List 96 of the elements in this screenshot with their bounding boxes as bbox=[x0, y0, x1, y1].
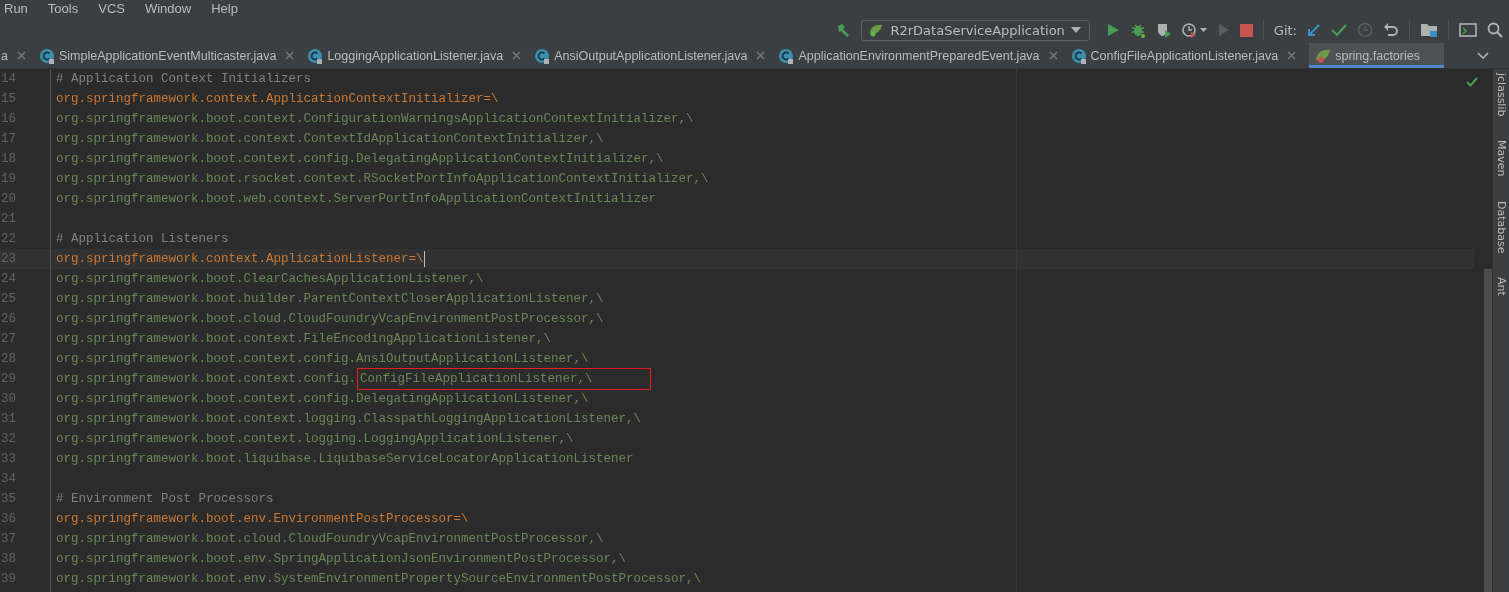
line-number: 36 bbox=[1, 512, 17, 526]
editor-tab[interactable]: LoggingApplicationListener.java bbox=[301, 43, 529, 68]
line-number: 14 bbox=[1, 72, 17, 86]
line-number: 34 bbox=[1, 472, 17, 486]
code-line: org.springframework.boot.env.SpringApplicationJsonEnvironmentPostProcessor,\ bbox=[56, 552, 627, 566]
code-line: org.springframework.boot.ClearCachesApplicationListener,\ bbox=[56, 272, 484, 286]
run-icon[interactable] bbox=[1105, 23, 1120, 37]
line-number: 27 bbox=[1, 332, 17, 346]
line-number: 21 bbox=[1, 212, 17, 226]
line-number: 37 bbox=[1, 532, 17, 546]
stop-icon[interactable] bbox=[1239, 23, 1253, 37]
editor-tab[interactable]: SimpleApplicationEventMulticaster.java bbox=[32, 43, 302, 68]
line-number: 20 bbox=[1, 192, 17, 206]
close-icon[interactable] bbox=[1048, 51, 1058, 60]
code-line: org.springframework.boot.rsocket.context.RSocketPortInfoApplicationContextInitializer,\ bbox=[56, 172, 709, 186]
debug-icon[interactable] bbox=[1129, 22, 1146, 38]
line-number: 33 bbox=[1, 452, 17, 466]
code-line: org.springframework.boot.context.config.DelegatingApplicationContextInitializer,\ bbox=[56, 152, 664, 166]
editor-tab[interactable]: ConfigFileApplicationListener.java bbox=[1064, 43, 1304, 68]
class-file-icon bbox=[534, 47, 551, 64]
tool-window-button[interactable]: Ant bbox=[1494, 277, 1508, 297]
search-icon[interactable] bbox=[1487, 22, 1503, 38]
code-line: # Application Context Initializers bbox=[56, 72, 312, 86]
line-number: 16 bbox=[1, 112, 17, 126]
line-number: 29 bbox=[1, 372, 17, 386]
code-line: org.springframework.boot.context.logging.ClasspathLoggingApplicationListener,\ bbox=[56, 412, 642, 426]
editor-tab[interactable]: ApplicationEnvironmentPreparedEvent.java bbox=[772, 43, 1065, 68]
code-line: org.springframework.boot.cloud.CloudFoundryVcapEnvironmentPostProcessor,\ bbox=[56, 532, 604, 546]
code-line: org.springframework.boot.env.EnvironmentPostProcessor=\ bbox=[56, 512, 469, 526]
line-number: 31 bbox=[1, 412, 17, 426]
tool-window-button[interactable]: jclasslib bbox=[1494, 73, 1508, 117]
code-line: org.springframework.boot.context.config.AnsiOutputApplicationListener,\ bbox=[56, 352, 589, 366]
close-icon[interactable] bbox=[285, 51, 295, 60]
line-number: 30 bbox=[1, 392, 17, 406]
close-icon[interactable] bbox=[1287, 51, 1297, 60]
menu-item[interactable]: Run bbox=[4, 0, 28, 17]
shield-icon[interactable] bbox=[1155, 22, 1172, 38]
code-line: org.springframework.context.ApplicationListener=\ bbox=[56, 252, 424, 266]
clock-icon[interactable] bbox=[1357, 22, 1373, 38]
line-number: 28 bbox=[1, 352, 17, 366]
editor-tab[interactable]: spring.factories bbox=[1309, 43, 1444, 68]
line-number: 25 bbox=[1, 292, 17, 306]
run-configuration-dropdown[interactable]: R2rDataServiceApplication bbox=[861, 19, 1090, 41]
code-line: org.springframework.boot.context.ContextIdApplicationContextInitializer,\ bbox=[56, 132, 604, 146]
class-file-icon bbox=[1070, 47, 1087, 64]
terminal-window-icon[interactable] bbox=[1459, 22, 1477, 38]
close-icon[interactable] bbox=[756, 51, 766, 60]
menu-item[interactable]: Help bbox=[211, 0, 238, 17]
line-number: 18 bbox=[1, 152, 17, 166]
line-number: 24 bbox=[1, 272, 17, 286]
line-number: 22 bbox=[1, 232, 17, 246]
class-file-icon bbox=[778, 47, 795, 64]
line-number: 17 bbox=[1, 132, 17, 146]
git-label: Git: bbox=[1273, 22, 1297, 38]
code-line: # Application Listeners bbox=[56, 232, 229, 246]
line-number: 19 bbox=[1, 172, 17, 186]
line-number: 35 bbox=[1, 492, 17, 506]
leaf-icon bbox=[868, 23, 885, 37]
line-number: 15 bbox=[1, 92, 17, 106]
class-file-icon bbox=[307, 47, 324, 64]
chevron-down-icon[interactable] bbox=[1477, 52, 1489, 60]
close-icon[interactable] bbox=[16, 51, 26, 60]
update-arrow-icon[interactable] bbox=[1307, 23, 1321, 37]
code-line: org.springframework.boot.cloud.CloudFoundryVcapEnvironmentPostProcessor,\ bbox=[56, 312, 604, 326]
code-line: org.springframework.boot.env.SystemEnvironmentPropertySourceEnvironmentPostProcessor,\ bbox=[56, 572, 702, 586]
caret-icon bbox=[1070, 27, 1081, 33]
code-line: org.springframework.boot.context.FileEncodingApplicationListener,\ bbox=[56, 332, 552, 346]
line-number: 32 bbox=[1, 432, 17, 446]
line-number: 38 bbox=[1, 552, 17, 566]
code-line: org.springframework.boot.context.ConfigurationWarningsApplicationContextInitializer,\ bbox=[56, 112, 694, 126]
editor-tab[interactable]: a bbox=[0, 43, 33, 68]
class-file-icon bbox=[38, 47, 55, 64]
code-line: org.springframework.context.ApplicationContextInitializer=\ bbox=[56, 92, 499, 106]
code-line: org.springframework.boot.context.config.DelegatingApplicationListener,\ bbox=[56, 392, 589, 406]
tool-window-button[interactable]: Maven bbox=[1494, 140, 1508, 177]
code-line: # Environment Post Processors bbox=[56, 492, 274, 506]
editor-tab[interactable]: AnsiOutputApplicationListener.java bbox=[528, 43, 773, 68]
folder-icon[interactable] bbox=[1420, 22, 1438, 38]
code-line: org.springframework.boot.liquibase.LiquibaseServiceLocatorApplicationListener bbox=[56, 452, 634, 466]
line-number: 26 bbox=[1, 312, 17, 326]
code-line: org.springframework.boot.builder.ParentContextCloserApplicationListener,\ bbox=[56, 292, 604, 306]
line-number: 39 bbox=[1, 572, 17, 586]
menu-item[interactable]: Tools bbox=[47, 0, 79, 17]
undo-icon[interactable] bbox=[1383, 22, 1399, 38]
checkmark-icon[interactable] bbox=[1331, 23, 1347, 37]
profiler-icon[interactable] bbox=[1181, 22, 1208, 38]
code-line: org.springframework.boot.web.context.ServerPortInfoApplicationContextInitializer bbox=[56, 192, 657, 206]
checkmark-icon bbox=[1466, 77, 1478, 87]
play-icon[interactable] bbox=[1217, 23, 1230, 37]
menu-item[interactable]: Window bbox=[144, 0, 192, 17]
code-line: org.springframework.boot.context.logging.LoggingApplicationListener,\ bbox=[56, 432, 574, 446]
leaf-icon bbox=[1315, 47, 1332, 64]
tool-window-button[interactable]: Database bbox=[1494, 200, 1508, 254]
scrollbar-thumb[interactable] bbox=[1484, 269, 1492, 592]
close-icon[interactable] bbox=[512, 51, 522, 60]
menu-item[interactable]: VCS bbox=[98, 0, 125, 17]
